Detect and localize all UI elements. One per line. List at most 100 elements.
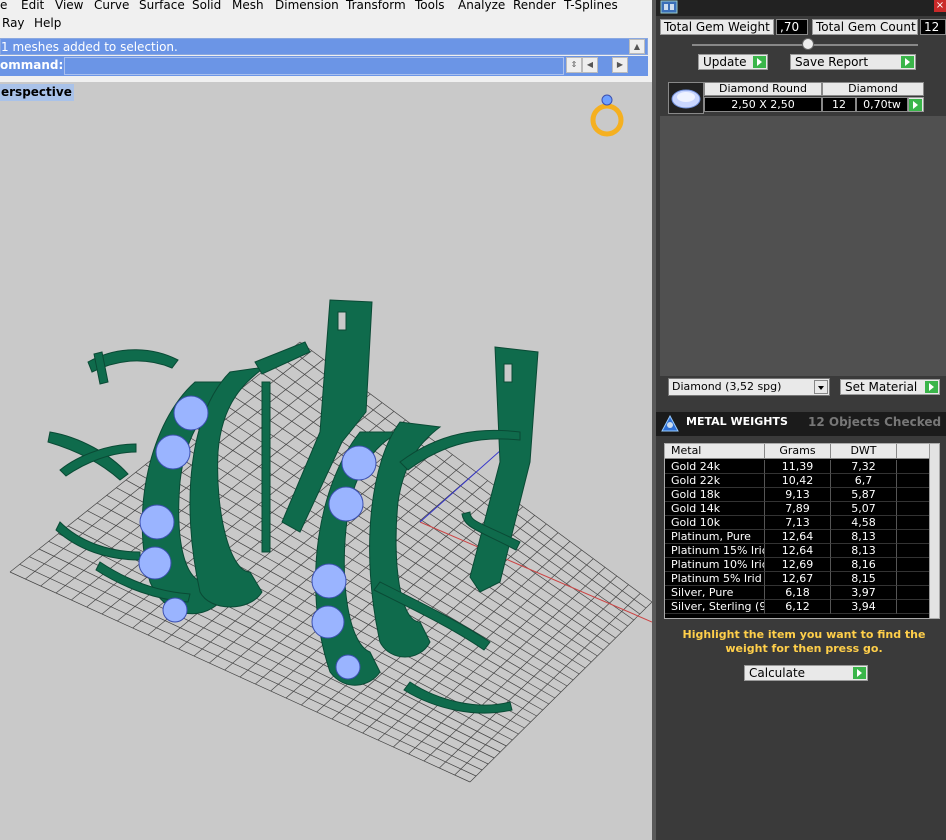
grams-cell: 9,13 bbox=[765, 488, 831, 502]
metal-name-cell: Gold 10k bbox=[665, 516, 765, 530]
ring-icon bbox=[590, 94, 624, 137]
metal-name-cell: Gold 22k bbox=[665, 474, 765, 488]
spin-icon[interactable]: ⇕ bbox=[566, 57, 582, 73]
grams-cell: 7,13 bbox=[765, 516, 831, 530]
calculate-button-label: Calculate bbox=[749, 666, 806, 680]
menu-file[interactable]: e bbox=[0, 0, 7, 12]
gem-panel: × Total Gem Weight ,70 Total Gem Count 1… bbox=[652, 0, 946, 840]
dropdown-arrow-icon[interactable] bbox=[814, 380, 828, 394]
grams-cell: 7,89 bbox=[765, 502, 831, 516]
extra-cell bbox=[897, 544, 931, 558]
menu-surface[interactable]: Surface bbox=[139, 0, 185, 12]
metal-name-cell: Gold 14k bbox=[665, 502, 765, 516]
dwt-cell: 8,15 bbox=[831, 572, 897, 586]
dwt-cell: 6,7 bbox=[831, 474, 897, 488]
extra-cell bbox=[897, 586, 931, 600]
dwt-cell: 4,58 bbox=[831, 516, 897, 530]
set-material-button[interactable]: Set Material bbox=[840, 379, 940, 395]
grams-cell: 12,64 bbox=[765, 544, 831, 558]
menu-render[interactable]: Render bbox=[513, 0, 556, 12]
total-gem-weight-value: ,70 bbox=[776, 19, 808, 35]
metal-row[interactable]: Platinum 10% Irid 12,69 8,16 bbox=[665, 558, 939, 572]
gem-table-header-shape: Diamond Round bbox=[704, 82, 822, 96]
gem-count-cell[interactable]: 12 bbox=[822, 97, 856, 112]
grams-cell: 6,18 bbox=[765, 586, 831, 600]
update-button[interactable]: Update bbox=[698, 54, 768, 70]
menu-edit[interactable]: Edit bbox=[21, 0, 44, 12]
save-report-button[interactable]: Save Report bbox=[790, 54, 916, 70]
grams-cell: 12,64 bbox=[765, 530, 831, 544]
metal-weights-table: Metal Grams DWT Gold 24k 11,39 7,32 Gold 22… bbox=[664, 443, 940, 619]
metal-row[interactable]: Silver, Sterling (9...6,123,94 bbox=[665, 600, 939, 614]
perspective-viewport[interactable]: erspective bbox=[0, 82, 652, 840]
metal-row[interactable]: Gold 22k 10,42 6,7 bbox=[665, 474, 939, 488]
scroll-right-icon[interactable]: ▶ bbox=[612, 57, 628, 73]
menu-help[interactable]: Help bbox=[34, 16, 61, 30]
menu-tsplines[interactable]: T-Splines bbox=[564, 0, 618, 12]
dwt-cell: 8,16 bbox=[831, 558, 897, 572]
history-scroll-up-icon[interactable]: ▲ bbox=[629, 39, 645, 54]
dwt-column-header: DWT bbox=[831, 444, 897, 459]
grid-line bbox=[439, 584, 629, 769]
grid-line bbox=[408, 567, 606, 755]
diamond-gem-icon[interactable] bbox=[668, 82, 704, 114]
set-material-button-label: Set Material bbox=[845, 380, 918, 394]
metal-row[interactable]: Silver, Pure 6,18 3,97 bbox=[665, 586, 939, 600]
scroll-left-icon[interactable]: ◀ bbox=[582, 57, 598, 73]
objects-checked-count: 12 Objects Checked bbox=[808, 415, 942, 429]
metal-name-cell: Platinum 15% Irid bbox=[665, 544, 765, 558]
total-gem-weight-label: Total Gem Weight bbox=[660, 19, 774, 35]
extra-cell bbox=[897, 460, 931, 474]
metal-row[interactable]: Platinum 5% Irid 12,67 8,15 bbox=[665, 572, 939, 586]
extra-cell bbox=[897, 558, 931, 572]
menu-mesh[interactable]: Mesh bbox=[232, 0, 264, 12]
dwt-cell: 5,07 bbox=[831, 502, 897, 516]
viewport-canvas[interactable] bbox=[0, 82, 652, 840]
metal-row[interactable]: Gold 18k 9,13 5,87 bbox=[665, 488, 939, 502]
metal-row[interactable]: Gold 24k 11,39 7,32 bbox=[665, 460, 939, 474]
slider-knob[interactable] bbox=[802, 38, 814, 50]
calculate-go-icon bbox=[853, 667, 866, 679]
menu-analyze[interactable]: Analyze bbox=[458, 0, 505, 12]
left-earring-model bbox=[47, 341, 311, 615]
extra-cell bbox=[897, 516, 931, 530]
menu-ray[interactable]: Ray bbox=[2, 16, 25, 30]
gem-size-cell[interactable]: 2,50 X 2,50 bbox=[704, 97, 822, 112]
metal-table-scrollbar[interactable] bbox=[929, 444, 939, 618]
grid-line bbox=[423, 575, 618, 762]
gem-table-header-type: Diamond bbox=[822, 82, 924, 96]
calculate-button[interactable]: Calculate bbox=[744, 665, 868, 681]
command-input[interactable] bbox=[64, 57, 564, 75]
menu-tools[interactable]: Tools bbox=[415, 0, 445, 12]
gem-go-icon bbox=[909, 99, 922, 111]
grams-cell: 12,69 bbox=[765, 558, 831, 572]
material-select-value: Diamond (3,52 spg) bbox=[672, 380, 782, 393]
panel-app-icon bbox=[660, 0, 678, 14]
total-gem-count-value: 12 bbox=[920, 19, 946, 35]
menu-transform[interactable]: Transform bbox=[346, 0, 406, 12]
gem-go-button[interactable] bbox=[908, 97, 924, 112]
metal-row[interactable]: Gold 14k 7,89 5,07 bbox=[665, 502, 939, 516]
menu-solid[interactable]: Solid bbox=[192, 0, 221, 12]
metal-name-cell: Gold 24k bbox=[665, 460, 765, 474]
dwt-cell: 8,13 bbox=[831, 530, 897, 544]
gem-weight-cell[interactable]: 0,70tw bbox=[856, 97, 908, 112]
update-go-icon bbox=[753, 56, 766, 68]
metal-row[interactable]: Platinum 15% Irid 12,64 8,13 bbox=[665, 544, 939, 558]
panel-close-icon[interactable]: × bbox=[934, 0, 946, 12]
grams-cell: 6,12 bbox=[765, 600, 831, 614]
panel-titlebar: × bbox=[656, 0, 946, 16]
metal-name-cell: Platinum 5% Irid bbox=[665, 572, 765, 586]
menu-dimension[interactable]: Dimension bbox=[275, 0, 339, 12]
material-select[interactable]: Diamond (3,52 spg) bbox=[668, 378, 830, 396]
metal-row[interactable]: Gold 10k 7,13 4,58 bbox=[665, 516, 939, 530]
menu-view[interactable]: View bbox=[55, 0, 83, 12]
extra-cell bbox=[897, 488, 931, 502]
metal-name-cell: Platinum, Pure bbox=[665, 530, 765, 544]
gem-list-area bbox=[660, 116, 946, 376]
rhino-window: e Edit View Curve Surface Solid Mesh Dim… bbox=[0, 0, 652, 840]
dwt-cell: 3,97 bbox=[831, 586, 897, 600]
menu-curve[interactable]: Curve bbox=[94, 0, 129, 12]
grams-cell: 11,39 bbox=[765, 460, 831, 474]
metal-row[interactable]: Platinum, Pure 12,64 8,13 bbox=[665, 530, 939, 544]
